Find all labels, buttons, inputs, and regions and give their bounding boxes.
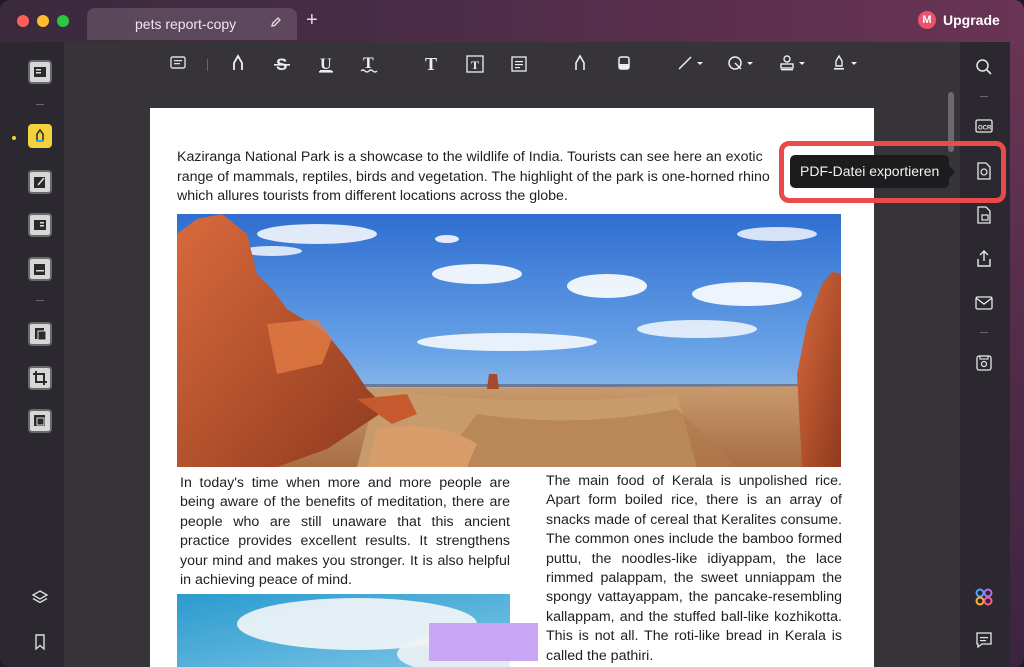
- sidebar-divider: [36, 300, 44, 301]
- svg-text:OCR: OCR: [978, 126, 992, 132]
- pencil-icon[interactable]: [567, 54, 593, 76]
- sidebar-divider: [36, 104, 44, 105]
- app-window: pets report-copy + M Upgrade S U T T T K…: [0, 0, 1024, 667]
- tab-title: pets report-copy: [135, 16, 237, 32]
- share-icon[interactable]: [974, 249, 994, 269]
- comment-icon[interactable]: [28, 124, 52, 148]
- window-edge: [1010, 42, 1024, 667]
- svg-text:T: T: [363, 55, 374, 72]
- organize-pages-icon[interactable]: [28, 322, 52, 346]
- left-sidebar: [12, 42, 64, 667]
- close-window-button[interactable]: [17, 15, 29, 27]
- svg-text:T: T: [425, 54, 437, 74]
- meditation-paragraph: In today's time when more and more peopl…: [180, 475, 510, 589]
- mail-icon[interactable]: [974, 293, 994, 313]
- document-tab[interactable]: pets report-copy: [87, 8, 297, 40]
- main-area: S U T T T Kaziranga National Park is a s…: [64, 42, 960, 667]
- ai-assistant-icon[interactable]: [974, 587, 994, 607]
- pdf-page: Kaziranga National Park is a showcase to…: [150, 108, 874, 667]
- toolbar-divider: [207, 59, 208, 71]
- underline-icon[interactable]: U: [313, 54, 339, 76]
- title-bar: pets report-copy + M Upgrade: [0, 0, 1024, 42]
- sidebar-divider: [980, 96, 988, 97]
- text-icon[interactable]: T: [418, 54, 444, 76]
- annotation-rectangle[interactable]: [429, 623, 538, 661]
- rename-icon[interactable]: [270, 8, 282, 40]
- fill-sign-icon[interactable]: [28, 257, 52, 281]
- desert-landscape-photo: [177, 214, 841, 467]
- layers-icon[interactable]: [30, 588, 50, 608]
- strikethrough-icon[interactable]: S: [269, 54, 295, 76]
- watermark-icon[interactable]: [28, 409, 52, 433]
- highlight-icon[interactable]: [225, 54, 251, 76]
- text-callout-icon[interactable]: [506, 54, 532, 76]
- stamp-icon[interactable]: [776, 54, 810, 76]
- new-tab-button[interactable]: +: [306, 9, 318, 31]
- shape-icon[interactable]: [724, 54, 758, 76]
- eraser-icon[interactable]: [611, 54, 637, 76]
- form-icon[interactable]: [28, 213, 52, 237]
- protect-icon[interactable]: [974, 205, 994, 225]
- line-icon[interactable]: [674, 54, 708, 76]
- comments-panel-icon[interactable]: [974, 630, 994, 650]
- right-sidebar: OCR: [960, 42, 1010, 667]
- reader-icon[interactable]: [28, 60, 52, 84]
- svg-text:T: T: [471, 58, 479, 72]
- zoom-window-button[interactable]: [57, 15, 69, 27]
- svg-text:U: U: [320, 56, 332, 73]
- textbox-icon[interactable]: T: [462, 54, 488, 76]
- squiggly-icon[interactable]: T: [356, 54, 382, 76]
- signature-icon[interactable]: [828, 54, 862, 76]
- save-icon[interactable]: [974, 353, 994, 373]
- ocr-icon[interactable]: OCR: [974, 116, 994, 136]
- sidebar-divider: [980, 332, 988, 333]
- intro-paragraph: Kaziranga National Park is a showcase to…: [177, 149, 770, 204]
- minimize-window-button[interactable]: [37, 15, 49, 27]
- bookmark-icon[interactable]: [30, 632, 50, 652]
- export-pdf-tooltip: PDF-Datei exportieren: [790, 155, 956, 188]
- upgrade-label: Upgrade: [943, 12, 1000, 28]
- search-icon[interactable]: [974, 57, 994, 77]
- active-indicator: [12, 136, 16, 140]
- annotation-toolbar: S U T T T: [64, 42, 960, 88]
- upgrade-button[interactable]: M Upgrade: [918, 9, 1000, 31]
- edit-icon[interactable]: [28, 170, 52, 194]
- note-icon[interactable]: [165, 54, 191, 76]
- avatar: M: [918, 11, 936, 29]
- crop-icon[interactable]: [28, 366, 52, 390]
- kerala-food-paragraph: The main food of Kerala is unpolished ri…: [546, 473, 842, 664]
